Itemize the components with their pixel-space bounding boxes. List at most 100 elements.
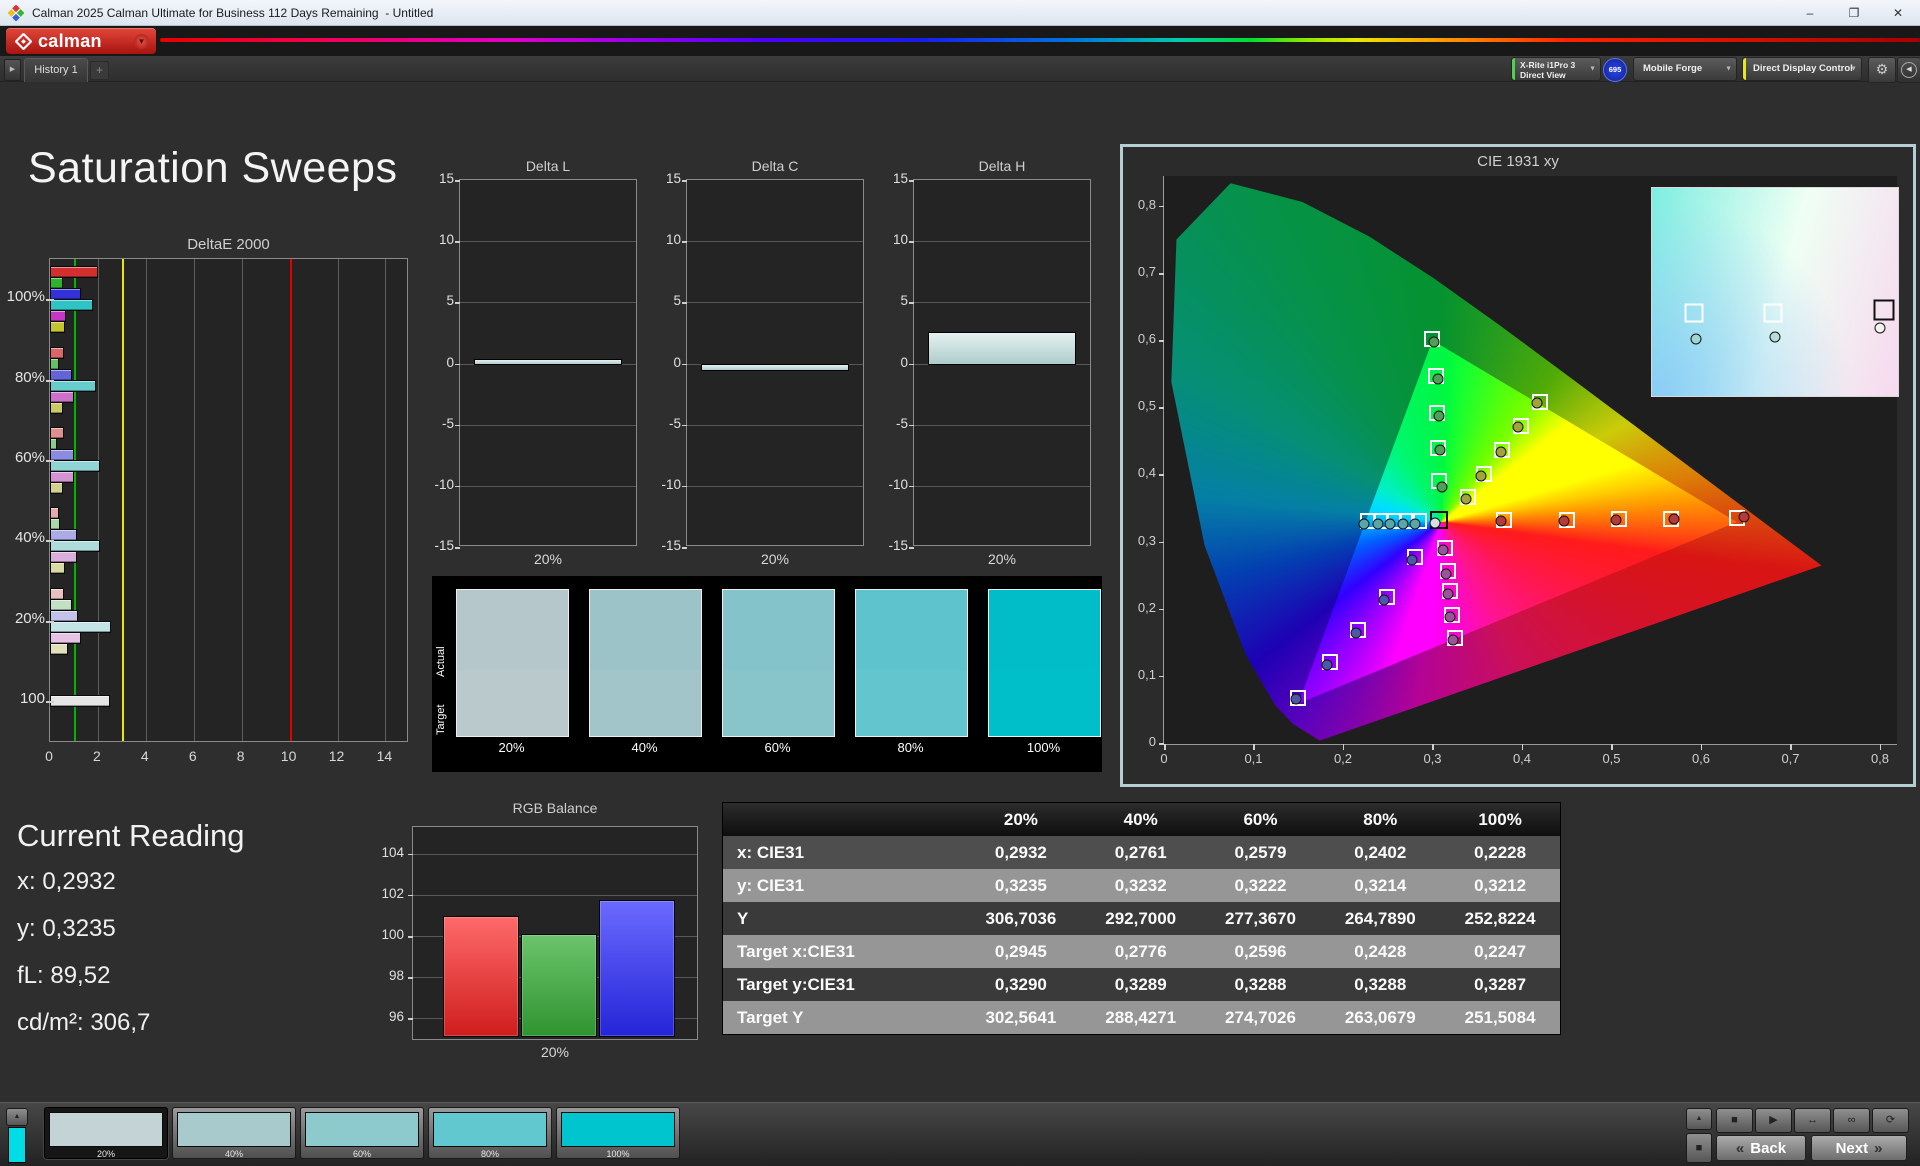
deltae-x-label: 0 <box>45 748 53 764</box>
delta-chart-title: Delta H <box>978 158 1026 174</box>
deltae-y-label: 40% <box>14 529 45 547</box>
grid-line <box>687 302 863 304</box>
axis-tick <box>682 485 687 488</box>
transport-step-button[interactable]: ↔ <box>1794 1108 1831 1133</box>
axis-tick <box>455 302 460 304</box>
maximize-button[interactable]: ❐ <box>1832 0 1876 25</box>
pattern-swatch-button-100%[interactable]: 100% <box>556 1107 680 1159</box>
cie-x-label: 0,3 <box>1423 751 1442 766</box>
cie-x-label: 0,6 <box>1691 751 1711 766</box>
cie-1931-panel: CIE 1931 xy 0 0,1 0,2 0,3 0,4 0,5 0,6 0,7 0,8 0 0,… <box>1120 144 1916 787</box>
pattern-swatch-button-80%[interactable]: 80% <box>428 1107 552 1159</box>
back-button-label: Back <box>1750 1139 1787 1157</box>
pattern-scroll-up-button[interactable]: ▲ <box>6 1108 28 1126</box>
table-cell-value: 0,2228 <box>1474 842 1527 862</box>
table-cell-value: 302,5641 <box>985 1007 1057 1027</box>
cie-measured-marker <box>1378 594 1390 606</box>
cie-measured-marker <box>1358 518 1370 530</box>
collapse-panel-button[interactable]: ◀ <box>1897 57 1920 83</box>
cie-x-tick <box>1164 744 1166 750</box>
loop-icon: ∞ <box>1847 1114 1856 1126</box>
delta-x-label: 20% <box>760 551 790 567</box>
pattern-window-button[interactable]: ■ <box>1686 1133 1712 1163</box>
cie-measured-marker <box>1440 568 1452 580</box>
table-cell-value: 0,3290 <box>994 974 1047 994</box>
axis-tick <box>682 424 687 427</box>
grid-line <box>460 485 636 487</box>
tab-history-1[interactable]: History 1 <box>24 58 88 82</box>
transport-loop-button[interactable]: ∞ <box>1833 1108 1870 1133</box>
delta-chart-delta-h: Delta H 15 10 5 0 -5 -10 -15 20% <box>883 158 1091 570</box>
delta-axis-label: 5 <box>673 293 681 309</box>
limit-line-#e8e800 <box>121 259 124 741</box>
cie-measured-marker <box>1447 634 1459 646</box>
table-cell-value: 0,2596 <box>1234 941 1287 961</box>
chevron-down-icon: ▼ <box>1725 65 1732 73</box>
cie-measured-marker <box>1409 518 1421 530</box>
minimize-button[interactable]: – <box>1788 0 1832 25</box>
back-button[interactable]: « Back <box>1716 1135 1806 1161</box>
cie-x-tick <box>1700 744 1703 750</box>
meter-dropdown[interactable]: X-Rite i1Pro 3 Direct View ▼ <box>1511 57 1601 81</box>
add-history-button[interactable]: + <box>90 61 109 80</box>
pattern-swatch-button-40%[interactable]: 40% <box>172 1107 296 1159</box>
transport-refresh-button[interactable]: ⟳ <box>1872 1108 1909 1133</box>
table-header-cell: 100% <box>1478 809 1522 829</box>
swatch-actual <box>723 590 834 671</box>
delta-axis-label: 0 <box>446 354 454 370</box>
cie-measured-marker <box>1437 544 1449 556</box>
axis-tick <box>909 485 914 488</box>
rgb-y-label: 104 <box>381 844 404 860</box>
delta-axis-label: 10 <box>438 232 454 248</box>
rgb-bar-blue <box>599 900 675 1037</box>
deltae-x-label: 2 <box>93 748 101 764</box>
swatch-actual <box>590 590 701 671</box>
next-button-label: Next <box>1835 1139 1869 1157</box>
calman-app-window: Calman 2025 Calman Ultimate for Business… <box>0 0 1920 1166</box>
inset-target-marker <box>1684 303 1704 323</box>
display-control-dropdown[interactable]: Direct Display Control ▼ <box>1742 57 1862 81</box>
deltae-plot <box>46 258 408 742</box>
close-button[interactable]: ✕ <box>1876 0 1920 25</box>
transport-play-button[interactable]: ▶ <box>1755 1108 1792 1133</box>
pattern-swatch-button-20%[interactable]: 20% <box>44 1107 168 1159</box>
axis-tick <box>909 547 914 549</box>
next-button[interactable]: Next » <box>1811 1135 1907 1161</box>
pattern-swatch-label: 80% <box>480 1149 499 1159</box>
rgb-bar-red <box>443 915 519 1037</box>
target-row-label: Target <box>435 704 447 736</box>
measurement-table: 20% 40% 60% 80% 100% x: CIE31 0,2932 0,2761 0,25… <box>722 802 1561 1035</box>
settings-gear-button[interactable]: ⚙ <box>1868 57 1896 83</box>
cie-x-tick <box>1342 744 1345 750</box>
calman-window-icon <box>8 4 24 21</box>
axis-tick <box>682 180 687 182</box>
cie-measured-marker <box>1668 513 1680 525</box>
transport-stop-button[interactable]: ■ <box>1716 1108 1753 1133</box>
axis-tick <box>46 540 54 543</box>
table-cell-value: 0,3212 <box>1474 875 1527 895</box>
table-cell-value: 252,8224 <box>1464 908 1536 928</box>
cie-x-label: 0,5 <box>1602 751 1621 766</box>
cie-measured-marker <box>1432 373 1444 385</box>
table-cell-value: 288,4271 <box>1105 1007 1177 1027</box>
grid-line <box>460 302 636 304</box>
deltae-x-label: 12 <box>328 748 345 764</box>
axis-tick <box>408 853 413 856</box>
inset-measured-marker <box>1690 333 1702 345</box>
history-panel-expander[interactable]: ▶ <box>4 59 21 81</box>
table-row-label: Y <box>737 908 749 928</box>
meter-up-button[interactable]: ▲ <box>1686 1108 1712 1130</box>
table-cell-value: 0,3232 <box>1114 875 1167 895</box>
cie-y-label: 0,2 <box>1137 599 1156 615</box>
pattern-swatch-chip <box>305 1112 419 1147</box>
deltae-bar <box>50 481 63 494</box>
table-cell-value: 292,7000 <box>1105 908 1177 928</box>
pattern-swatch-button-60%[interactable]: 60% <box>300 1107 424 1159</box>
table-row-label: Target Y <box>737 1007 804 1027</box>
calman-menu-button[interactable]: calman ▼ <box>6 28 156 54</box>
deltae-chart-title: DeltaE 2000 <box>187 236 270 253</box>
source-dropdown[interactable]: Mobile Forge ▼ <box>1633 57 1737 81</box>
cie-y-label: 0,8 <box>1137 196 1156 212</box>
rgb-x-label: 20% <box>540 1044 570 1060</box>
axis-tick <box>408 1018 413 1020</box>
